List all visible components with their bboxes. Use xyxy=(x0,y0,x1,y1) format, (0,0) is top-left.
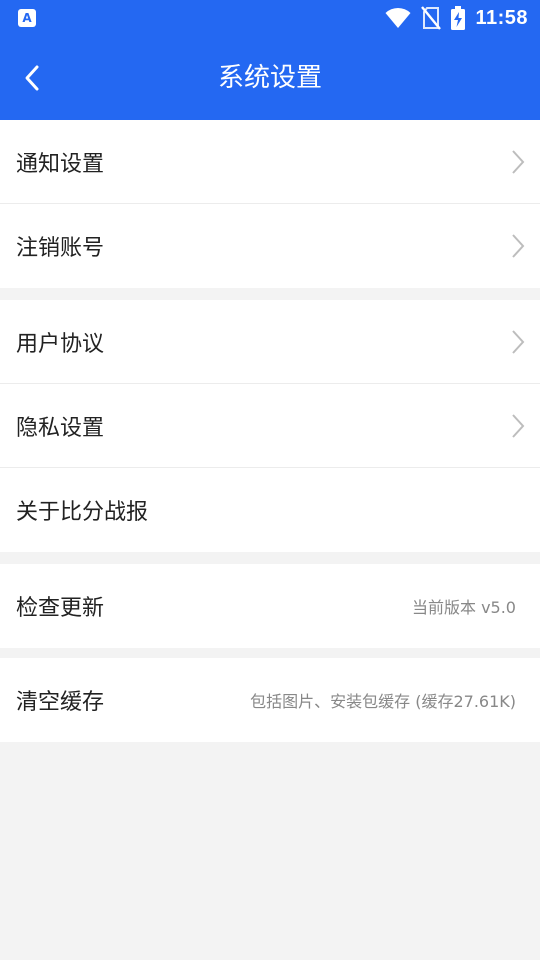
user-agreement-label: 用户协议 xyxy=(16,332,105,357)
check-update-item[interactable]: 检查更新 当前版本 v5.0 xyxy=(0,564,540,648)
chevron-right-icon xyxy=(512,234,525,258)
app-header: A 11:58 系统设置 xyxy=(0,0,540,120)
privacy-settings-item[interactable]: 隐私设置 xyxy=(0,384,540,468)
about-item[interactable]: 关于比分战报 xyxy=(0,468,540,552)
settings-group-account: 通知设置 注销账号 xyxy=(0,120,540,288)
chevron-right-icon xyxy=(512,330,525,354)
privacy-settings-label: 隐私设置 xyxy=(16,416,105,441)
no-sim-icon xyxy=(421,6,442,30)
status-icons: 11:58 xyxy=(385,4,528,32)
nav-bar: 系统设置 xyxy=(0,36,540,120)
current-version: 当前版本 v5.0 xyxy=(411,598,516,617)
settings-group-update: 检查更新 当前版本 v5.0 xyxy=(0,564,540,648)
settings-group-info: 用户协议 隐私设置 关于比分战报 xyxy=(0,300,540,552)
cache-size: 包括图片、安装包缓存 (缓存27.61K) xyxy=(250,692,516,711)
battery-charging-icon xyxy=(451,6,466,30)
cancel-account-item[interactable]: 注销账号 xyxy=(0,204,540,288)
about-label: 关于比分战报 xyxy=(16,500,149,525)
chevron-right-icon xyxy=(512,150,525,174)
chevron-right-icon xyxy=(512,414,525,438)
notification-settings-item[interactable]: 通知设置 xyxy=(0,120,540,204)
clear-cache-label: 清空缓存 xyxy=(16,690,105,715)
wifi-icon xyxy=(385,7,411,28)
page-title: 系统设置 xyxy=(217,63,322,93)
back-arrow-icon xyxy=(25,65,39,91)
back-button[interactable] xyxy=(8,54,56,102)
status-bar: A 11:58 xyxy=(0,0,540,36)
clear-cache-item[interactable]: 清空缓存 包括图片、安装包缓存 (缓存27.61K) xyxy=(0,658,540,742)
clock: 11:58 xyxy=(475,6,528,29)
user-agreement-item[interactable]: 用户协议 xyxy=(0,300,540,384)
check-update-label: 检查更新 xyxy=(16,596,105,621)
cancel-account-label: 注销账号 xyxy=(16,236,105,261)
notification-settings-label: 通知设置 xyxy=(16,152,105,177)
app-notification-icon: A xyxy=(18,9,36,27)
settings-group-cache: 清空缓存 包括图片、安装包缓存 (缓存27.61K) xyxy=(0,658,540,742)
